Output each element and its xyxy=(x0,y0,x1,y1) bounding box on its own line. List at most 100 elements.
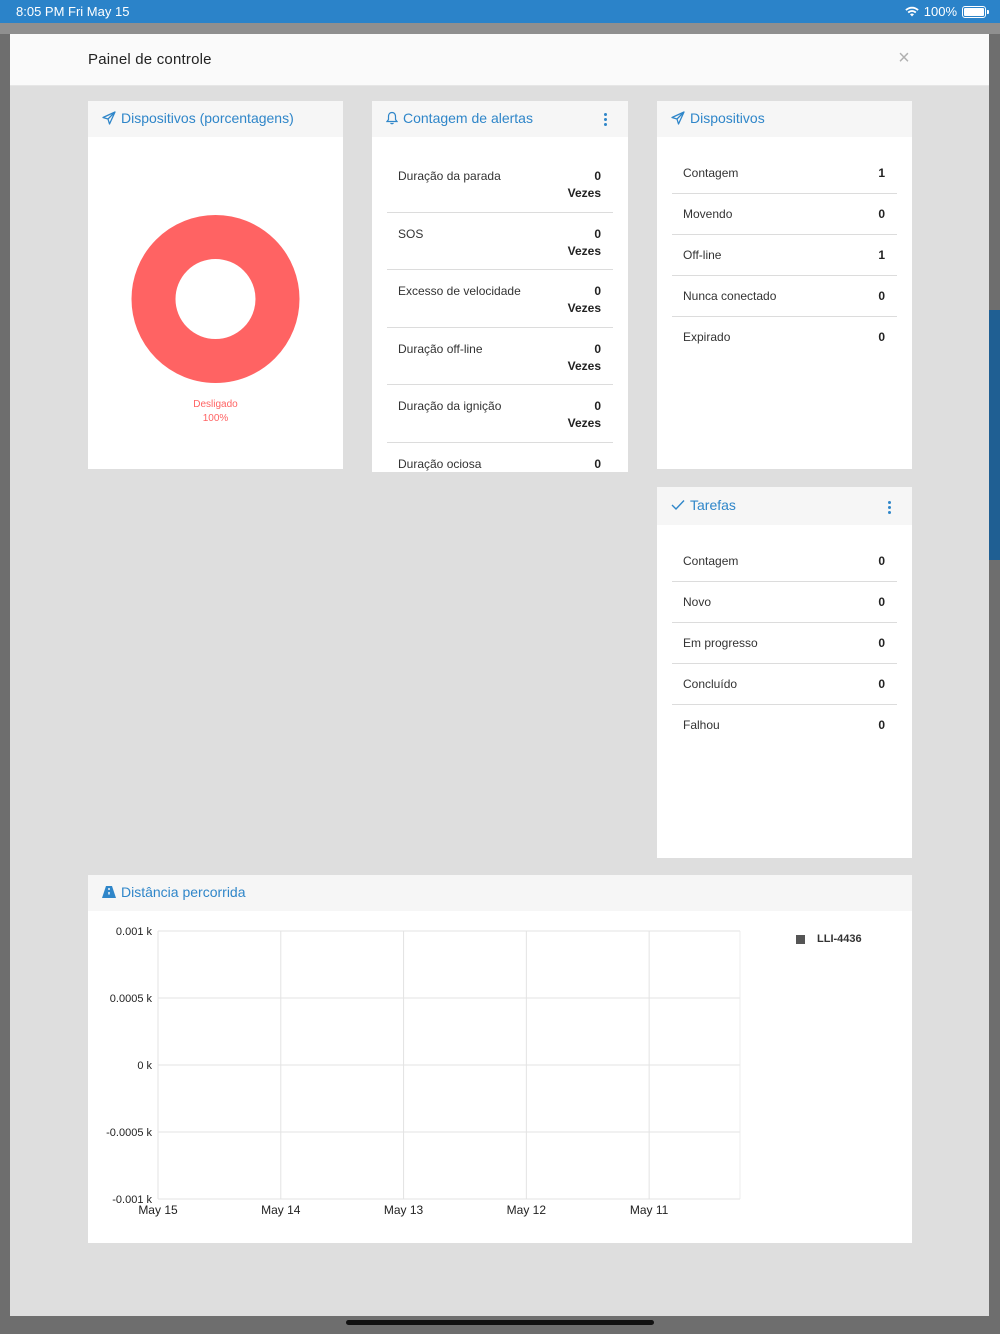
close-icon[interactable]: × xyxy=(895,48,913,68)
row-value: 0 xyxy=(878,595,885,609)
card-title: Tarefas xyxy=(671,497,736,513)
list-row: Excesso de velocidade 0 Vezes xyxy=(387,270,613,328)
row-label: Contagem xyxy=(683,554,739,568)
row-label: Movendo xyxy=(683,207,733,221)
row-label: Duração ociosa xyxy=(398,457,482,471)
distance-card: Distância percorrida 0.001 k 0.0005 k 0 k -… xyxy=(88,875,912,1243)
row-value: 0 xyxy=(878,330,885,344)
home-indicator xyxy=(346,1320,654,1325)
list-row: Duração da ignição 0 Vezes xyxy=(387,385,613,443)
row-value: 0 xyxy=(594,457,601,471)
list-row: Em progresso 0 xyxy=(672,623,897,664)
card-header: Tarefas xyxy=(657,487,912,525)
more-options-icon[interactable] xyxy=(886,501,892,517)
dashboard-modal: Painel de controle × Dispositivos (porce… xyxy=(10,34,989,1316)
row-label: Nunca conectado xyxy=(683,289,777,303)
more-options-icon[interactable] xyxy=(602,113,608,129)
card-header: Distância percorrida xyxy=(88,875,912,911)
row-value: 0 xyxy=(878,636,885,650)
card-header: Dispositivos xyxy=(657,101,912,137)
row-label: Contagem xyxy=(683,166,739,180)
devices-card: Dispositivos Contagem 1 Movendo 0 Off-line 1 N… xyxy=(657,101,912,469)
paper-plane-icon xyxy=(102,111,116,125)
road-icon xyxy=(102,886,116,898)
x-tick-label: May 15 xyxy=(138,1203,178,1217)
donut-slice-label: Desligado xyxy=(193,399,238,410)
y-tick-label: 0.001 k xyxy=(116,926,153,938)
status-time: 8:05 PM Fri May 15 xyxy=(16,4,130,19)
row-value: 0 xyxy=(594,169,601,183)
row-unit: Vezes xyxy=(567,243,601,258)
battery-icon xyxy=(962,5,989,18)
chart-legend[interactable]: LLI-4436 xyxy=(796,933,862,945)
row-label: Em progresso xyxy=(683,636,758,650)
devices-percent-card: Dispositivos (porcentagens) Desligado 10… xyxy=(88,101,343,469)
battery-percent: 100% xyxy=(923,4,957,19)
alerts-card: Contagem de alertas Duração da parada 0 Ve… xyxy=(372,101,628,472)
list-row: Falhou 0 xyxy=(672,705,897,746)
card-title: Dispositivos (porcentagens) xyxy=(102,110,294,126)
list-row: Concluído 0 xyxy=(672,664,897,705)
legend-series-name: LLI-4436 xyxy=(817,933,862,945)
list-row: Novo 0 xyxy=(672,582,897,623)
row-value: 0 xyxy=(594,341,601,356)
row-value: 0 xyxy=(878,554,885,568)
status-bar: 8:05 PM Fri May 15 100% xyxy=(0,0,1000,23)
check-icon xyxy=(671,500,685,511)
row-label: Duração off-line xyxy=(398,341,483,356)
wifi-icon xyxy=(905,6,919,17)
row-label: Novo xyxy=(683,595,712,609)
tasks-card: Tarefas Contagem 0 Novo 0 Em progresso 0 Concl… xyxy=(657,487,912,858)
x-tick-label: May 14 xyxy=(261,1203,301,1217)
row-label: Excesso de velocidade xyxy=(398,284,521,299)
x-tick-label: May 12 xyxy=(507,1203,547,1217)
row-value: 0 xyxy=(878,718,885,732)
card-header: Dispositivos (porcentagens) xyxy=(88,101,343,137)
row-unit: Vezes xyxy=(567,358,601,373)
row-value: 0 xyxy=(594,284,601,299)
list-row: Duração ociosa0Vezes xyxy=(387,443,613,472)
bell-icon xyxy=(386,111,398,125)
paper-plane-icon xyxy=(671,111,685,125)
x-tick-label: May 13 xyxy=(384,1203,424,1217)
row-unit: Vezes xyxy=(567,186,601,200)
list-row: SOS 0 Vezes xyxy=(387,213,613,271)
row-value: 0 xyxy=(878,207,885,221)
row-label: SOS xyxy=(398,226,424,241)
row-label: Off-line xyxy=(683,248,722,262)
row-value: 0 xyxy=(878,677,885,691)
row-label: Expirado xyxy=(683,330,731,344)
list-row: Expirado 0 xyxy=(672,317,897,358)
y-tick-label: 0 k xyxy=(137,1060,152,1072)
list-row: Contagem 0 xyxy=(672,541,897,582)
row-value: 0 xyxy=(594,399,601,414)
list-row: Movendo 0 xyxy=(672,194,897,235)
distance-line-chart: 0.001 k0.0005 k0 k-0.0005 k-0.001 kMay 1… xyxy=(106,926,741,1217)
row-unit: Vezes xyxy=(567,301,601,316)
legend-swatch xyxy=(796,934,805,944)
list-row: Contagem 1 xyxy=(672,153,897,194)
row-unit: Vezes xyxy=(567,416,601,431)
y-tick-label: 0.0005 k xyxy=(110,993,153,1005)
x-tick-label: May 11 xyxy=(630,1203,669,1217)
row-value: 1 xyxy=(878,166,885,180)
row-label: Falhou xyxy=(683,718,720,732)
row-label: Duração da parada xyxy=(398,169,501,183)
donut-chart xyxy=(131,215,300,383)
row-label: Duração da ignição xyxy=(398,399,502,414)
background-accent xyxy=(989,310,1000,560)
modal-header: Painel de controle × xyxy=(10,34,989,86)
donut-slice-desligado[interactable] xyxy=(131,215,300,383)
row-value: 0 xyxy=(594,226,601,241)
row-value: 0 xyxy=(878,289,885,303)
card-title: Contagem de alertas xyxy=(386,110,533,126)
list-row: Nunca conectado 0 xyxy=(672,276,897,317)
modal-title: Painel de controle xyxy=(88,51,212,68)
card-title: Dispositivos xyxy=(671,110,765,126)
y-tick-label: -0.0005 k xyxy=(106,1127,152,1139)
background-app xyxy=(0,23,1000,34)
list-row: Off-line 1 xyxy=(672,235,897,276)
card-header: Contagem de alertas xyxy=(372,101,628,137)
card-title: Distância percorrida xyxy=(102,884,246,900)
list-row: Duração da parada 0 Vezes xyxy=(387,155,613,213)
